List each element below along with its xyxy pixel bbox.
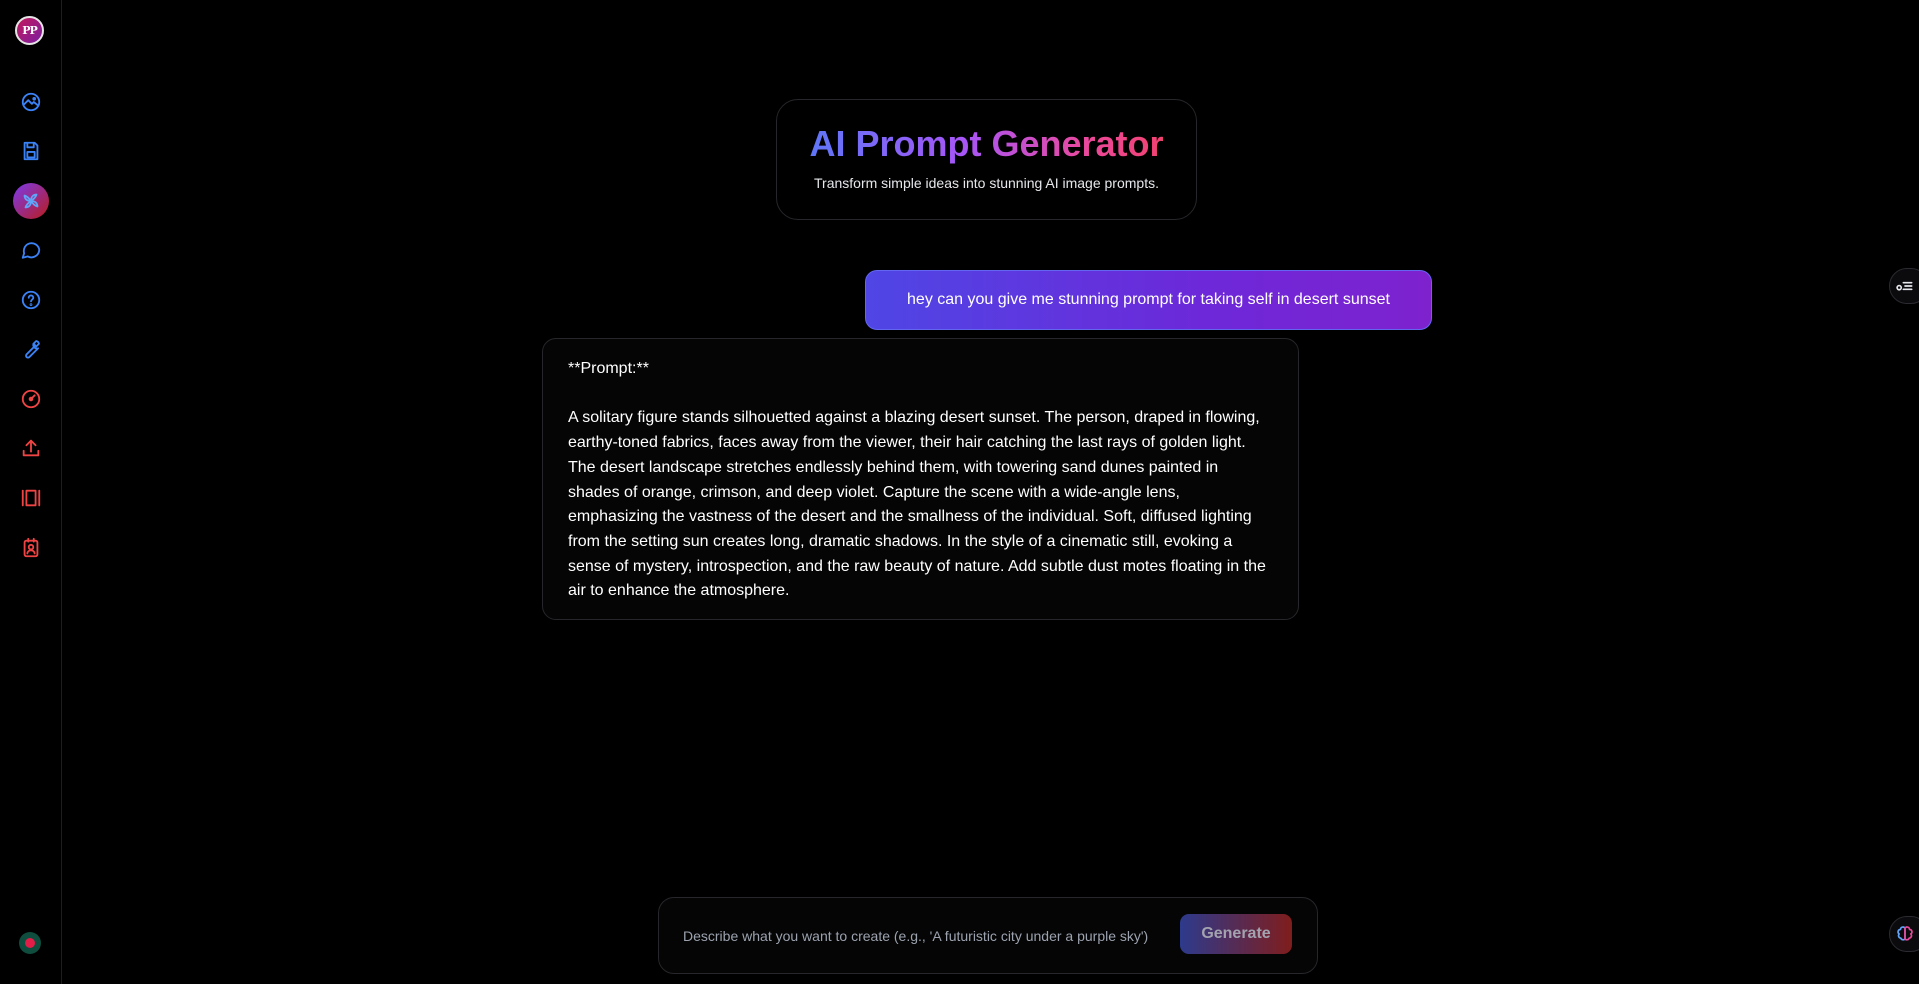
prompt-input[interactable] [683,922,1167,950]
sidebar-item-prompt-generator[interactable] [13,183,49,219]
sidebar-item-tools[interactable] [13,331,49,367]
ai-brain-button[interactable] [1889,916,1919,952]
status-indicator[interactable] [19,932,41,954]
wrench-icon [25,340,40,359]
brain-icon [1897,926,1913,941]
sidebar-item-chat[interactable] [13,232,49,268]
settings-list-icon [1896,281,1913,291]
generate-button[interactable]: Generate [1180,914,1292,954]
sidebar-item-help[interactable] [13,282,49,318]
sidebar-item-saved[interactable] [13,133,49,169]
sidebar: PP [0,0,62,984]
upload-icon [22,439,40,457]
help-circle-icon [21,290,41,310]
sidebar-item-upload[interactable] [13,430,49,466]
prompt-input-bar: Generate [658,897,1318,974]
page-title: AI Prompt Generator [777,123,1196,165]
user-message-bubble: hey can you give me stunning prompt for … [865,270,1432,330]
sidebar-item-dashboard[interactable] [13,381,49,417]
chat-bubble-icon [21,242,41,259]
sidebar-item-gallery[interactable] [13,84,49,120]
ai-response-heading: **Prompt:** [568,360,649,377]
sidebar-item-profile[interactable] [13,530,49,566]
save-icon [23,141,39,161]
pinwheel-icon [23,193,39,209]
image-circle-icon [21,92,41,112]
settings-toggle-button[interactable] [1889,268,1919,304]
avatar[interactable]: PP [15,16,44,45]
sidebar-item-library[interactable] [13,480,49,516]
ai-response-card: **Prompt:** A solitary figure stands sil… [542,338,1299,620]
page-subtitle: Transform simple ideas into stunning AI … [814,175,1159,191]
library-icon [21,489,41,507]
user-message-text: hey can you give me stunning prompt for … [907,291,1390,308]
ai-response-body: A solitary figure stands silhouetted aga… [568,409,1266,600]
header-card: AI Prompt Generator Transform simple ide… [776,99,1197,220]
id-badge-icon [23,537,39,558]
gauge-icon [21,389,41,409]
